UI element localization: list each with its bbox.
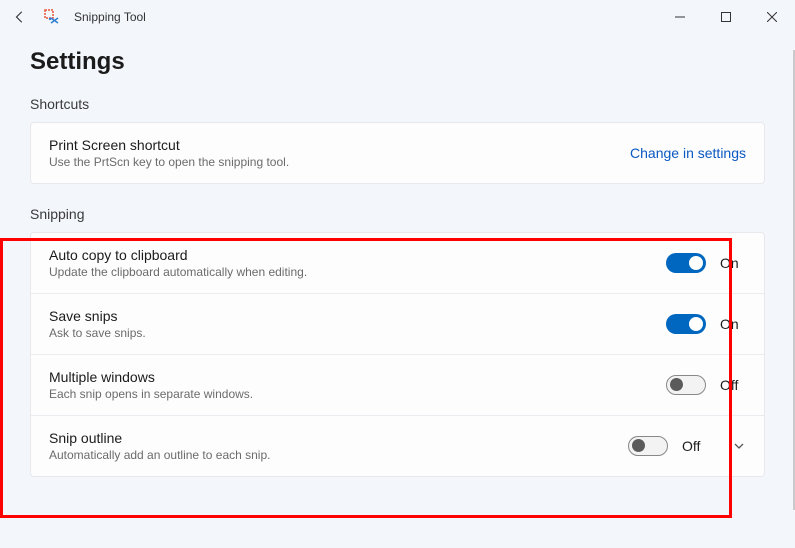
save-snips-toggle[interactable] xyxy=(666,314,706,334)
app-title: Snipping Tool xyxy=(74,10,146,24)
print-screen-shortcut-row: Print Screen shortcut Use the PrtScn key… xyxy=(31,123,764,183)
row-right: On xyxy=(666,314,746,334)
minimize-button[interactable] xyxy=(657,0,703,34)
snipping-card: Auto copy to clipboard Update the clipboa… xyxy=(30,232,765,477)
auto-copy-to-clipboard-toggle[interactable] xyxy=(666,253,706,273)
row-title: Snip outline xyxy=(49,430,270,446)
row-right: Off xyxy=(628,436,746,456)
minimize-icon xyxy=(675,12,685,22)
shortcuts-card: Print Screen shortcut Use the PrtScn key… xyxy=(30,122,765,184)
row-title: Save snips xyxy=(49,308,146,324)
row-text: Snip outline Automatically add an outline… xyxy=(49,430,270,462)
save-snips-row: Save snips Ask to save snips. On xyxy=(31,293,764,354)
titlebar-left: Snipping Tool xyxy=(10,7,146,27)
row-text: Print Screen shortcut Use the PrtScn key… xyxy=(49,137,289,169)
chevron-down-icon[interactable] xyxy=(732,439,746,453)
maximize-icon xyxy=(721,12,731,22)
toggle-state-label: Off xyxy=(720,377,746,393)
row-title: Multiple windows xyxy=(49,369,253,385)
maximize-button[interactable] xyxy=(703,0,749,34)
row-right: Off xyxy=(666,375,746,395)
titlebar: Snipping Tool xyxy=(0,0,795,34)
row-title: Auto copy to clipboard xyxy=(49,247,307,263)
section-label-shortcuts: Shortcuts xyxy=(30,96,765,112)
auto-copy-to-clipboard-row: Auto copy to clipboard Update the clipboa… xyxy=(31,233,764,293)
arrow-left-icon xyxy=(13,10,27,24)
row-desc: Update the clipboard automatically when … xyxy=(49,265,307,279)
row-text: Save snips Ask to save snips. xyxy=(49,308,146,340)
row-title: Print Screen shortcut xyxy=(49,137,289,153)
multiple-windows-row: Multiple windows Each snip opens in separ… xyxy=(31,354,764,415)
row-right: Change in settings xyxy=(630,145,746,161)
multiple-windows-toggle[interactable] xyxy=(666,375,706,395)
snip-outline-row[interactable]: Snip outline Automatically add an outline… xyxy=(31,415,764,476)
window: Snipping Tool Settings Shortcuts Print S… xyxy=(0,0,795,548)
toggle-state-label: Off xyxy=(682,438,708,454)
page-title: Settings xyxy=(30,48,765,76)
close-button[interactable] xyxy=(749,0,795,34)
row-desc: Each snip opens in separate windows. xyxy=(49,387,253,401)
row-text: Multiple windows Each snip opens in separ… xyxy=(49,369,253,401)
toggle-state-label: On xyxy=(720,255,746,271)
row-text: Auto copy to clipboard Update the clipboa… xyxy=(49,247,307,279)
row-desc: Ask to save snips. xyxy=(49,326,146,340)
toggle-state-label: On xyxy=(720,316,746,332)
snip-outline-toggle[interactable] xyxy=(628,436,668,456)
row-right: On xyxy=(666,253,746,273)
app-icon xyxy=(44,9,60,25)
section-label-snipping: Snipping xyxy=(30,206,765,222)
row-desc: Automatically add an outline to each sni… xyxy=(49,448,270,462)
close-icon xyxy=(767,12,777,22)
row-desc: Use the PrtScn key to open the snipping … xyxy=(49,155,289,169)
change-in-settings-link[interactable]: Change in settings xyxy=(630,145,746,161)
back-button[interactable] xyxy=(10,7,30,27)
window-controls xyxy=(657,0,795,34)
content-area: Settings Shortcuts Print Screen shortcut… xyxy=(0,34,795,548)
